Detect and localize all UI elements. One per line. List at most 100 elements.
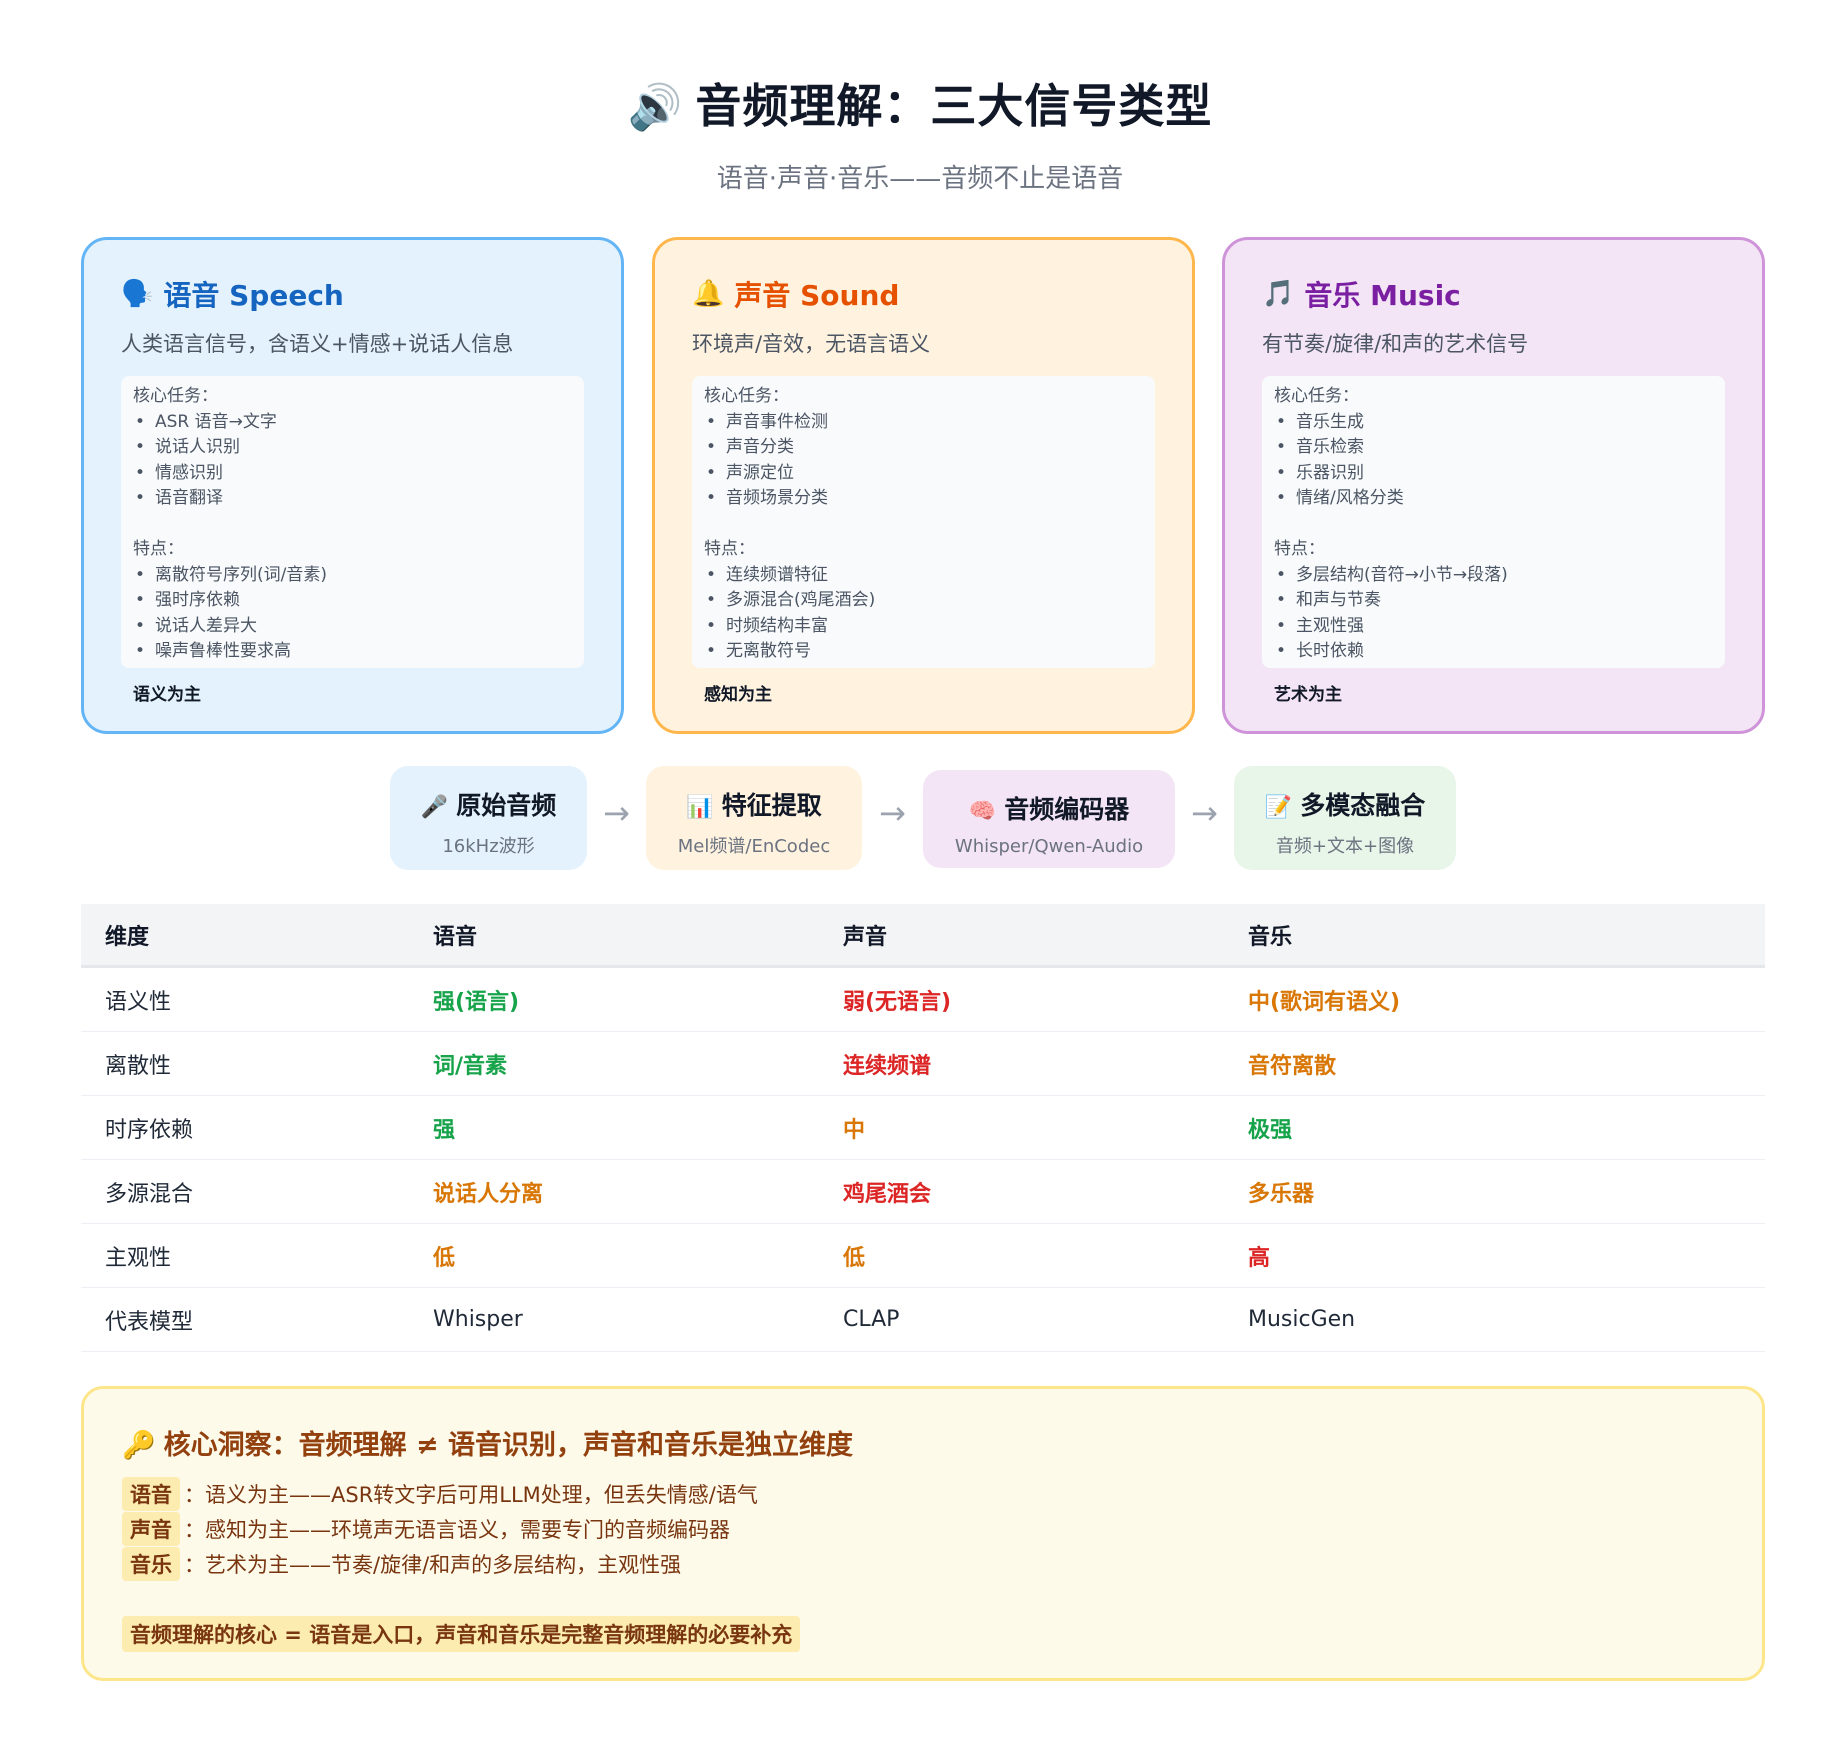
card-title-text: 语音 Speech (163, 279, 344, 312)
card-sound: 🔔 声音 Sound 环境声/音效，无语言语义 核心任务： 声音事件检测 声音分… (652, 237, 1195, 734)
insight-title: 🔑 核心洞察：音频理解 ≠ 语音识别，声音和音乐是独立维度 (122, 1423, 1724, 1462)
pipeline-step-audio-encoder: 🧠 音频编码器 Whisper/Qwen-Audio (923, 770, 1175, 868)
list-item: 说话人识别 (133, 435, 572, 461)
table-row: 离散性 词/音素 连续频谱 音符离散 (81, 1032, 1765, 1096)
table-cell: MusicGen (1248, 1307, 1356, 1332)
features-label: 特点： (133, 539, 184, 559)
card-title: 🎵 音乐 Music (1262, 274, 1725, 314)
table-header-cell: 音乐 (1248, 924, 1293, 950)
table-header-cell: 语音 (433, 924, 478, 950)
table-cell: 中(歌词有语义) (1248, 989, 1401, 1015)
page-header: 🔊 音频理解：三大信号类型 语音·声音·音乐——音频不止是语音 (0, 70, 1840, 195)
list-item: 时频结构丰富 (704, 614, 1143, 640)
microphone-icon: 🎤 (420, 795, 449, 820)
signal-type-cards: 🗣️ 语音 Speech 人类语言信号，含语义+情感+说话人信息 核心任务： A… (81, 237, 1765, 734)
list-item: 语音翻译 (133, 486, 572, 512)
list-item: 声源定位 (704, 461, 1143, 487)
comparison-table: 维度 语音 声音 音乐 语义性 强(语言) 弱(无语言) 中(歌词有语义) 离散… (81, 904, 1765, 1352)
card-title-text: 音乐 Music (1304, 279, 1461, 312)
memo-icon: 📝 (1264, 795, 1293, 820)
table-cell: 高 (1248, 1245, 1271, 1271)
pipeline-step-multimodal-fusion: 📝 多模态融合 音频+文本+图像 (1234, 766, 1456, 870)
page-subtitle: 语音·声音·音乐——音频不止是语音 (716, 164, 1124, 194)
table-cell-dimension: 多源混合 (105, 1181, 194, 1207)
list-item: 离散符号序列(词/音素) (133, 563, 572, 589)
card-details: 核心任务： 声音事件检测 声音分类 声源定位 音频场景分类 特点： 连续频谱特征… (692, 376, 1155, 668)
table-cell: CLAP (843, 1307, 900, 1332)
tasks-label: 核心任务： (1274, 386, 1359, 406)
step-title: 特征提取 (721, 791, 822, 820)
list-item: 声音事件检测 (704, 410, 1143, 436)
table-cell: 词/音素 (433, 1053, 508, 1079)
tasks-label: 核心任务： (704, 386, 789, 406)
features-label: 特点： (1274, 539, 1325, 559)
list-item: 说话人差异大 (133, 614, 572, 640)
card-details: 核心任务： ASR 语音→文字 说话人识别 情感识别 语音翻译 特点： 离散符号… (121, 376, 584, 668)
list-item: 音乐生成 (1274, 410, 1713, 436)
step-subtitle: 16kHz波形 (442, 836, 535, 857)
list-item: 情感识别 (133, 461, 572, 487)
key-insight-box: 🔑 核心洞察：音频理解 ≠ 语音识别，声音和音乐是独立维度 语音 ：语义为主——AS… (81, 1386, 1765, 1681)
list-item: 长时依赖 (1274, 639, 1713, 665)
table-cell: 鸡尾酒会 (843, 1181, 932, 1207)
card-music: 🎵 音乐 Music 有节奏/旋律/和声的艺术信号 核心任务： 音乐生成 音乐检… (1222, 237, 1765, 734)
insight-line: 音乐 ：艺术为主——节奏/旋律/和声的多层结构，主观性强 (122, 1546, 1724, 1581)
table-cell: 连续频谱 (843, 1053, 932, 1079)
insight-conclusion: 音频理解的核心 = 语音是入口，声音和音乐是完整音频理解的必要补充 (122, 1616, 801, 1652)
insight-text: ：感知为主——环境声无语言语义，需要专门的音频编码器 (184, 1517, 730, 1542)
card-title-text: 声音 Sound (734, 279, 900, 312)
bell-icon: 🔔 (692, 279, 725, 309)
list-item: 音乐检索 (1274, 435, 1713, 461)
table-cell: 说话人分离 (433, 1181, 544, 1207)
insight-tag: 语音 (122, 1476, 180, 1511)
table-cell: 强 (433, 1117, 456, 1143)
step-title: 音频编码器 (1004, 795, 1130, 824)
features-list: 离散符号序列(词/音素) 强时序依赖 说话人差异大 噪声鲁棒性要求高 (133, 563, 572, 665)
card-footer: 艺术为主 (1274, 685, 1342, 705)
tasks-list: ASR 语音→文字 说话人识别 情感识别 语音翻译 (133, 410, 572, 512)
brain-icon: 🧠 (968, 799, 997, 824)
pipeline-step-feature-extraction: 📊 特征提取 Mel频谱/EnCodec (646, 766, 862, 870)
step-title: 原始音频 (456, 791, 557, 820)
table-cell-dimension: 离散性 (105, 1053, 172, 1079)
list-item: 和声与节奏 (1274, 588, 1713, 614)
insight-tag: 音乐 (122, 1546, 180, 1581)
features-label: 特点： (704, 539, 755, 559)
tasks-label: 核心任务： (133, 386, 218, 406)
list-item: 声音分类 (704, 435, 1143, 461)
arrow-right-icon: → (603, 794, 630, 832)
card-speech: 🗣️ 语音 Speech 人类语言信号，含语义+情感+说话人信息 核心任务： A… (81, 237, 624, 734)
table-cell: 低 (843, 1245, 866, 1271)
table-cell: 低 (433, 1245, 456, 1271)
step-title: 多模态融合 (1300, 791, 1426, 820)
table-row: 代表模型 Whisper CLAP MusicGen (81, 1288, 1765, 1352)
insight-text: ：艺术为主——节奏/旋律/和声的多层结构，主观性强 (184, 1552, 682, 1577)
insight-title-text: 核心洞察：音频理解 ≠ 语音识别，声音和音乐是独立维度 (163, 1430, 854, 1461)
table-cell: 中 (843, 1117, 866, 1143)
card-footer: 感知为主 (704, 685, 772, 705)
list-item: 连续频谱特征 (704, 563, 1143, 589)
insight-lines: 语音 ：语义为主——ASR转文字后可用LLM处理，但丢失情感/语气 声音 ：感知为主… (122, 1476, 1724, 1652)
list-item: 音频场景分类 (704, 486, 1143, 512)
card-footer: 语义为主 (133, 685, 201, 705)
list-item: 无离散符号 (704, 639, 1143, 665)
card-title: 🔔 声音 Sound (692, 274, 1155, 314)
tasks-list: 音乐生成 音乐检索 乐器识别 情绪/风格分类 (1274, 410, 1713, 512)
table-row: 主观性 低 低 高 (81, 1224, 1765, 1288)
list-item: 噪声鲁棒性要求高 (133, 639, 572, 665)
list-item: 情绪/风格分类 (1274, 486, 1713, 512)
table-header-row: 维度 语音 声音 音乐 (81, 904, 1765, 968)
processing-pipeline: 🎤 原始音频 16kHz波形 → 📊 特征提取 Mel频谱/EnCodec → 🧠 音… (0, 766, 1840, 870)
list-item: 强时序依赖 (133, 588, 572, 614)
card-description: 有节奏/旋律/和声的艺术信号 (1262, 332, 1529, 356)
bar-chart-icon: 📊 (686, 795, 714, 820)
card-details: 核心任务： 音乐生成 音乐检索 乐器识别 情绪/风格分类 特点： 多层结构(音符… (1262, 376, 1725, 668)
table-cell: 多乐器 (1248, 1181, 1315, 1207)
card-title: 🗣️ 语音 Speech (121, 274, 584, 314)
table-header-cell: 维度 (105, 924, 150, 950)
arrow-right-icon: → (1191, 794, 1218, 832)
page-title-text: 音频理解：三大信号类型 (695, 79, 1213, 133)
table-cell: 音符离散 (1248, 1053, 1337, 1079)
table-cell-dimension: 语义性 (105, 989, 172, 1015)
table-cell: 弱(无语言) (843, 989, 952, 1015)
